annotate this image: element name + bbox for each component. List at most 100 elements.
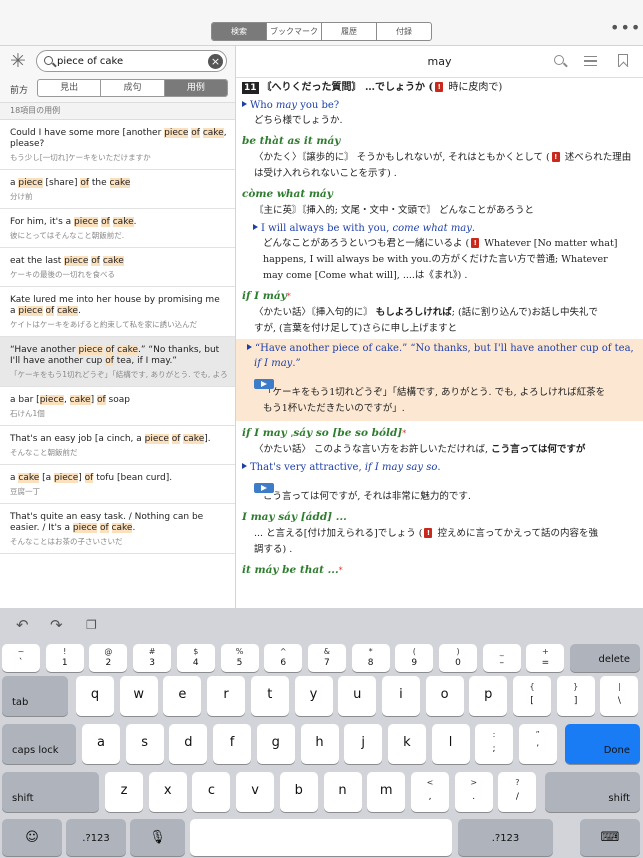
key-d[interactable]: d [169, 724, 208, 764]
keyboard-hide-icon[interactable]: ⌨ [580, 819, 640, 856]
tab-appendix[interactable]: 付録 [376, 23, 431, 40]
key-char: n [338, 783, 347, 798]
key-o[interactable]: o [425, 676, 464, 716]
key-3[interactable]: #3 [133, 644, 172, 672]
result-item[interactable]: That's an easy job [a cinch, a piece of … [0, 426, 235, 465]
result-item[interactable]: For him, it's a piece of cake. 彼にとってはそんなこ… [0, 209, 235, 248]
key-n[interactable]: n [323, 772, 362, 812]
paste-icon[interactable]: ❐ [86, 616, 97, 634]
key-z[interactable]: z [105, 772, 143, 812]
key-bracket-2[interactable]: | \ [600, 676, 639, 716]
clear-search-icon[interactable]: × [208, 54, 223, 69]
tab-bookmark[interactable]: ブックマーク [266, 23, 321, 40]
key-bracket-0[interactable]: {[ [513, 676, 551, 716]
result-item[interactable]: “Have another piece of cake.” “No thanks… [0, 337, 235, 387]
key-i[interactable]: i [381, 676, 420, 716]
key-b[interactable]: b [279, 772, 318, 812]
tab-key[interactable]: tab [2, 676, 68, 716]
key-7[interactable]: & 7 [307, 644, 346, 672]
key-e[interactable]: e [163, 676, 202, 716]
more-options-icon[interactable]: ••• [610, 20, 641, 36]
result-item[interactable]: Kate lured me into her house by promisin… [0, 287, 235, 337]
key-10[interactable]: ) 0 [439, 644, 477, 672]
key-char: u [353, 687, 362, 702]
undo-icon[interactable]: ↶ [16, 616, 29, 634]
translation-text: happens, I will always be with you.の方がくだ… [263, 254, 608, 265]
mode-phrase[interactable]: 成句 [100, 80, 163, 96]
tab-history[interactable]: 履歴 [321, 23, 376, 40]
key-shift-char: # [148, 647, 156, 656]
key-punct2-1[interactable]: >. [454, 772, 493, 812]
key-12[interactable]: + = [526, 644, 565, 672]
key-y[interactable]: y [294, 676, 333, 716]
key-2[interactable]: @2 [89, 644, 128, 672]
app-logo-icon[interactable]: ✳ [10, 50, 26, 72]
key-0[interactable]: ~ ` [2, 644, 40, 672]
key-k[interactable]: k [387, 724, 426, 764]
smiley-icon[interactable]: ☺ [2, 819, 62, 856]
play-audio-icon[interactable] [254, 378, 274, 389]
key-j[interactable]: j [344, 724, 383, 764]
delete-key[interactable]: delete [570, 644, 640, 672]
key-punct2-2[interactable]: ? / [498, 772, 537, 812]
key-punct2-0[interactable]: <, [411, 772, 449, 812]
key-11[interactable]: _ – [482, 644, 521, 672]
key-1[interactable]: ! 1 [45, 644, 84, 672]
match-highlight: of [99, 523, 109, 533]
numbers-key-right[interactable]: .?123 [458, 819, 553, 856]
key-8[interactable]: * 8 [351, 644, 390, 672]
key-r[interactable]: r [207, 676, 246, 716]
key-shift-char: ^ [279, 647, 287, 656]
key-5[interactable]: % 5 [220, 644, 259, 672]
search-input[interactable] [57, 53, 207, 69]
key-6[interactable]: ^ 6 [264, 644, 303, 672]
shift-left-key[interactable]: shift [2, 772, 99, 812]
result-item[interactable]: a piece [share] of the cake 分け前 [0, 170, 235, 209]
onscreen-keyboard: ↶ ↷ ❐ ~ `! 1 @2 #3 $4% 5 ^ 6 & 7 * 8(9) 0 _ – + = delete ta… [0, 608, 643, 858]
microphone-icon[interactable]: 🎙 [130, 819, 185, 856]
key-p[interactable]: p [469, 676, 508, 716]
key-q[interactable]: q [76, 676, 114, 716]
numbers-key[interactable]: .?123 [66, 819, 126, 856]
key-char: m [379, 783, 393, 798]
key-bracket-1[interactable]: }] [556, 676, 595, 716]
caps-lock-key[interactable]: caps lock [2, 724, 76, 764]
result-item[interactable]: a cake [a piece] of tofu [bean curd]. 豆腐一… [0, 465, 235, 504]
key-char: c [207, 783, 215, 798]
redo-icon[interactable]: ↷ [50, 616, 63, 634]
key-punct-0[interactable]: :; [475, 724, 513, 764]
key-a[interactable]: a [82, 724, 120, 764]
search-in-entry-icon[interactable] [554, 55, 564, 65]
result-item[interactable]: a bar [piece, cake] of soap 石けん1個 [0, 387, 235, 426]
space-key[interactable] [190, 819, 452, 856]
key-h[interactable]: h [300, 724, 339, 764]
key-w[interactable]: w [119, 676, 158, 716]
key-9[interactable]: (9 [395, 644, 434, 672]
key-v[interactable]: v [236, 772, 275, 812]
key-t[interactable]: t [250, 676, 289, 716]
key-x[interactable]: x [148, 772, 187, 812]
key-punct-1[interactable]: ”’ [518, 724, 557, 764]
list-icon[interactable] [584, 56, 597, 66]
phrase-description: 〘主に英〙〘挿入的; 文尾・文中・文頭で〙 どんなことがあろうと [254, 205, 534, 216]
key-f[interactable]: f [213, 724, 252, 764]
key-s[interactable]: s [125, 724, 164, 764]
result-item[interactable]: That's quite an easy task. / Nothing can… [0, 504, 235, 554]
key-u[interactable]: u [338, 676, 377, 716]
result-item[interactable]: eat the last piece of cake ケーキの最後の一切れを食べる [0, 248, 235, 287]
key-c[interactable]: c [192, 772, 231, 812]
key-4[interactable]: $4 [176, 644, 215, 672]
mode-example[interactable]: 用例 [163, 80, 227, 96]
tab-search[interactable]: 検索 [212, 23, 266, 40]
key-m[interactable]: m [367, 772, 406, 812]
key-char: \ [617, 696, 621, 706]
match-highlight: piece [164, 128, 189, 138]
bookmark-icon[interactable] [618, 54, 628, 67]
mode-headword[interactable]: 見出 [38, 80, 100, 96]
done-key[interactable]: Done [565, 724, 640, 764]
key-g[interactable]: g [256, 724, 295, 764]
key-l[interactable]: l [431, 724, 470, 764]
play-audio-icon[interactable] [254, 482, 274, 493]
result-item[interactable]: Could I have some more [another piece of… [0, 120, 235, 170]
shift-right-key[interactable]: shift [545, 772, 640, 812]
